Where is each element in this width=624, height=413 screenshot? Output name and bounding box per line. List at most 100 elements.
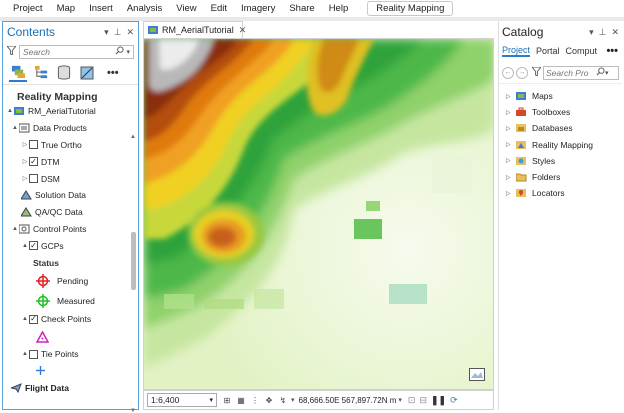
tree-row-flight-data[interactable]: Flight Data [3,379,138,396]
list-by-source-icon[interactable] [32,64,50,82]
menu-share[interactable]: Share [282,0,321,17]
tree-row-control-points[interactable]: ▲ Control Points [3,221,138,238]
expand-icon[interactable]: ▷ [506,190,516,197]
tree-row-tie-points[interactable]: ▲ Tie Points [3,346,138,363]
tree-row-check-points[interactable]: ▲ ✓ Check Points [3,311,138,328]
grid-icon[interactable]: ▦ [235,394,247,406]
visibility-checkbox[interactable]: ✓ [29,314,38,324]
expand-icon[interactable]: ▷ [506,157,516,164]
catalog-item-styles[interactable]: ▷ Styles [499,153,622,169]
menu-map[interactable]: Map [50,0,82,17]
refresh-icon[interactable]: ⟳ [450,395,458,406]
close-icon[interactable]: ✕ [126,27,134,38]
snapping-icon[interactable]: ⋮ [249,394,261,406]
tab-project[interactable]: Project [502,45,531,57]
expand-icon[interactable]: ▷ [506,125,516,132]
visibility-checkbox[interactable]: ✓ [29,157,38,167]
expand-icon[interactable]: ▷ [506,93,516,100]
close-icon[interactable]: ✕ [611,27,619,38]
menu-edit[interactable]: Edit [204,0,234,17]
visibility-checkbox[interactable]: ✓ [29,241,38,251]
catalog-item-toolboxes[interactable]: ▷ Toolboxes [499,104,622,120]
search-icon[interactable] [115,46,125,57]
catalog-item-folders[interactable]: ▷ Folders [499,169,622,185]
collapse-icon[interactable]: ▲ [21,243,29,249]
tree-row-data-products[interactable]: ▲ Data Products [3,120,138,137]
pane-options-icon[interactable]: ▾ [589,27,594,38]
tree-row-dsm[interactable]: ▷ DSM [3,170,138,187]
chevron-down-icon[interactable]: ▾ [291,396,295,404]
close-icon[interactable]: ✕ [239,25,247,36]
expand-icon[interactable]: ▷ [506,141,516,148]
catalog-item-reality-mapping[interactable]: ▷ Reality Mapping [499,137,622,153]
menu-view[interactable]: View [169,0,203,17]
forward-icon[interactable]: → [516,66,528,79]
tree-row-qaqc-data[interactable]: QA/QC Data [3,204,138,221]
tree-row-dtm[interactable]: ▷ ✓ DTM [3,153,138,170]
search-icon[interactable] [596,67,605,78]
collapse-icon[interactable]: ▲ [21,316,29,322]
catalog-item-maps[interactable]: ▷ Maps [499,88,622,104]
filter-icon[interactable] [6,45,19,57]
menu-project[interactable]: Project [6,0,50,17]
chevron-down-icon[interactable]: ▾ [126,48,130,56]
menu-analysis[interactable]: Analysis [120,0,169,17]
expand-icon[interactable]: ▷ [21,141,29,148]
tree-row-solution-data[interactable]: Solution Data [3,187,138,204]
tab-portal[interactable]: Portal [536,46,560,56]
catalog-item-databases[interactable]: ▷ Databases [499,120,622,136]
reality-mapping-context-tab[interactable]: Reality Mapping [367,1,454,16]
menu-help[interactable]: Help [322,0,356,17]
contents-scrollbar[interactable]: ▲ ▼ [130,134,136,413]
rotation-icon[interactable]: ↯ [277,394,289,406]
expand-icon[interactable]: ▷ [21,175,29,182]
contents-search-input[interactable] [23,46,116,57]
pin-icon[interactable]: ⊥ [599,27,607,38]
collapse-icon[interactable]: ▲ [11,226,19,232]
tree-row-true-ortho[interactable]: ▷ True Ortho [3,137,138,154]
visibility-checkbox[interactable] [29,140,38,150]
back-icon[interactable]: ← [502,66,514,79]
collapse-icon[interactable]: ▲ [21,351,29,357]
pin-icon[interactable]: ⊥ [114,27,122,38]
scroll-up-icon[interactable]: ▲ [130,134,136,140]
tree-row-pending[interactable]: Pending [3,271,138,291]
tree-row-measured[interactable]: Measured [3,291,138,311]
more-options-icon[interactable]: ••• [606,45,618,57]
database-icon[interactable] [55,64,73,82]
expand-icon[interactable]: ▷ [506,109,516,116]
scrollbar-thumb[interactable] [131,232,136,290]
styles-icon [516,156,527,166]
visibility-checkbox[interactable] [29,349,38,359]
tree-row-gcps[interactable]: ▲ ✓ GCPs [3,237,138,254]
more-options-icon[interactable]: ••• [107,67,119,79]
menu-insert[interactable]: Insert [82,0,120,17]
expand-icon[interactable]: ▷ [506,174,516,181]
basemap-toggle-icon[interactable] [469,368,485,383]
navigation-icon[interactable]: ✥ [263,394,275,406]
map-view-tab[interactable]: RM_AerialTutorial ✕ [143,21,246,38]
pause-icon[interactable]: ❚❚ [431,395,446,406]
tree-row-project[interactable]: ▲ RM_AerialTutorial [3,103,138,120]
catalog-search-input[interactable] [546,67,596,78]
selection-icon[interactable]: ⊡ [408,395,416,406]
list-by-editing-icon[interactable] [78,64,96,82]
chevron-down-icon[interactable]: ▾ [398,396,402,404]
visibility-checkbox[interactable] [29,174,38,184]
scale-selector[interactable]: 1:6,400 ▾ [147,393,217,407]
expand-icon[interactable]: ▷ [21,158,29,165]
collapse-icon[interactable]: ▲ [11,125,19,131]
refresh-disabled-icon[interactable]: ⊟ [419,395,427,406]
list-by-drawing-order-icon[interactable] [9,64,27,82]
map-canvas[interactable] [143,38,494,390]
status-tools: ⊞ ▦ ⋮ ✥ ↯ [221,394,291,406]
menu-imagery[interactable]: Imagery [234,0,282,17]
fixed-zoom-icon[interactable]: ⊞ [221,394,233,406]
filter-icon[interactable] [531,66,542,78]
tab-computer[interactable]: Comput [566,46,598,56]
chevron-down-icon[interactable]: ▾ [605,69,609,77]
pane-options-icon[interactable]: ▾ [104,27,109,38]
catalog-item-locators[interactable]: ▷ Locators [499,185,622,201]
collapse-icon[interactable]: ▲ [6,108,14,114]
scroll-down-icon[interactable]: ▼ [130,408,136,413]
